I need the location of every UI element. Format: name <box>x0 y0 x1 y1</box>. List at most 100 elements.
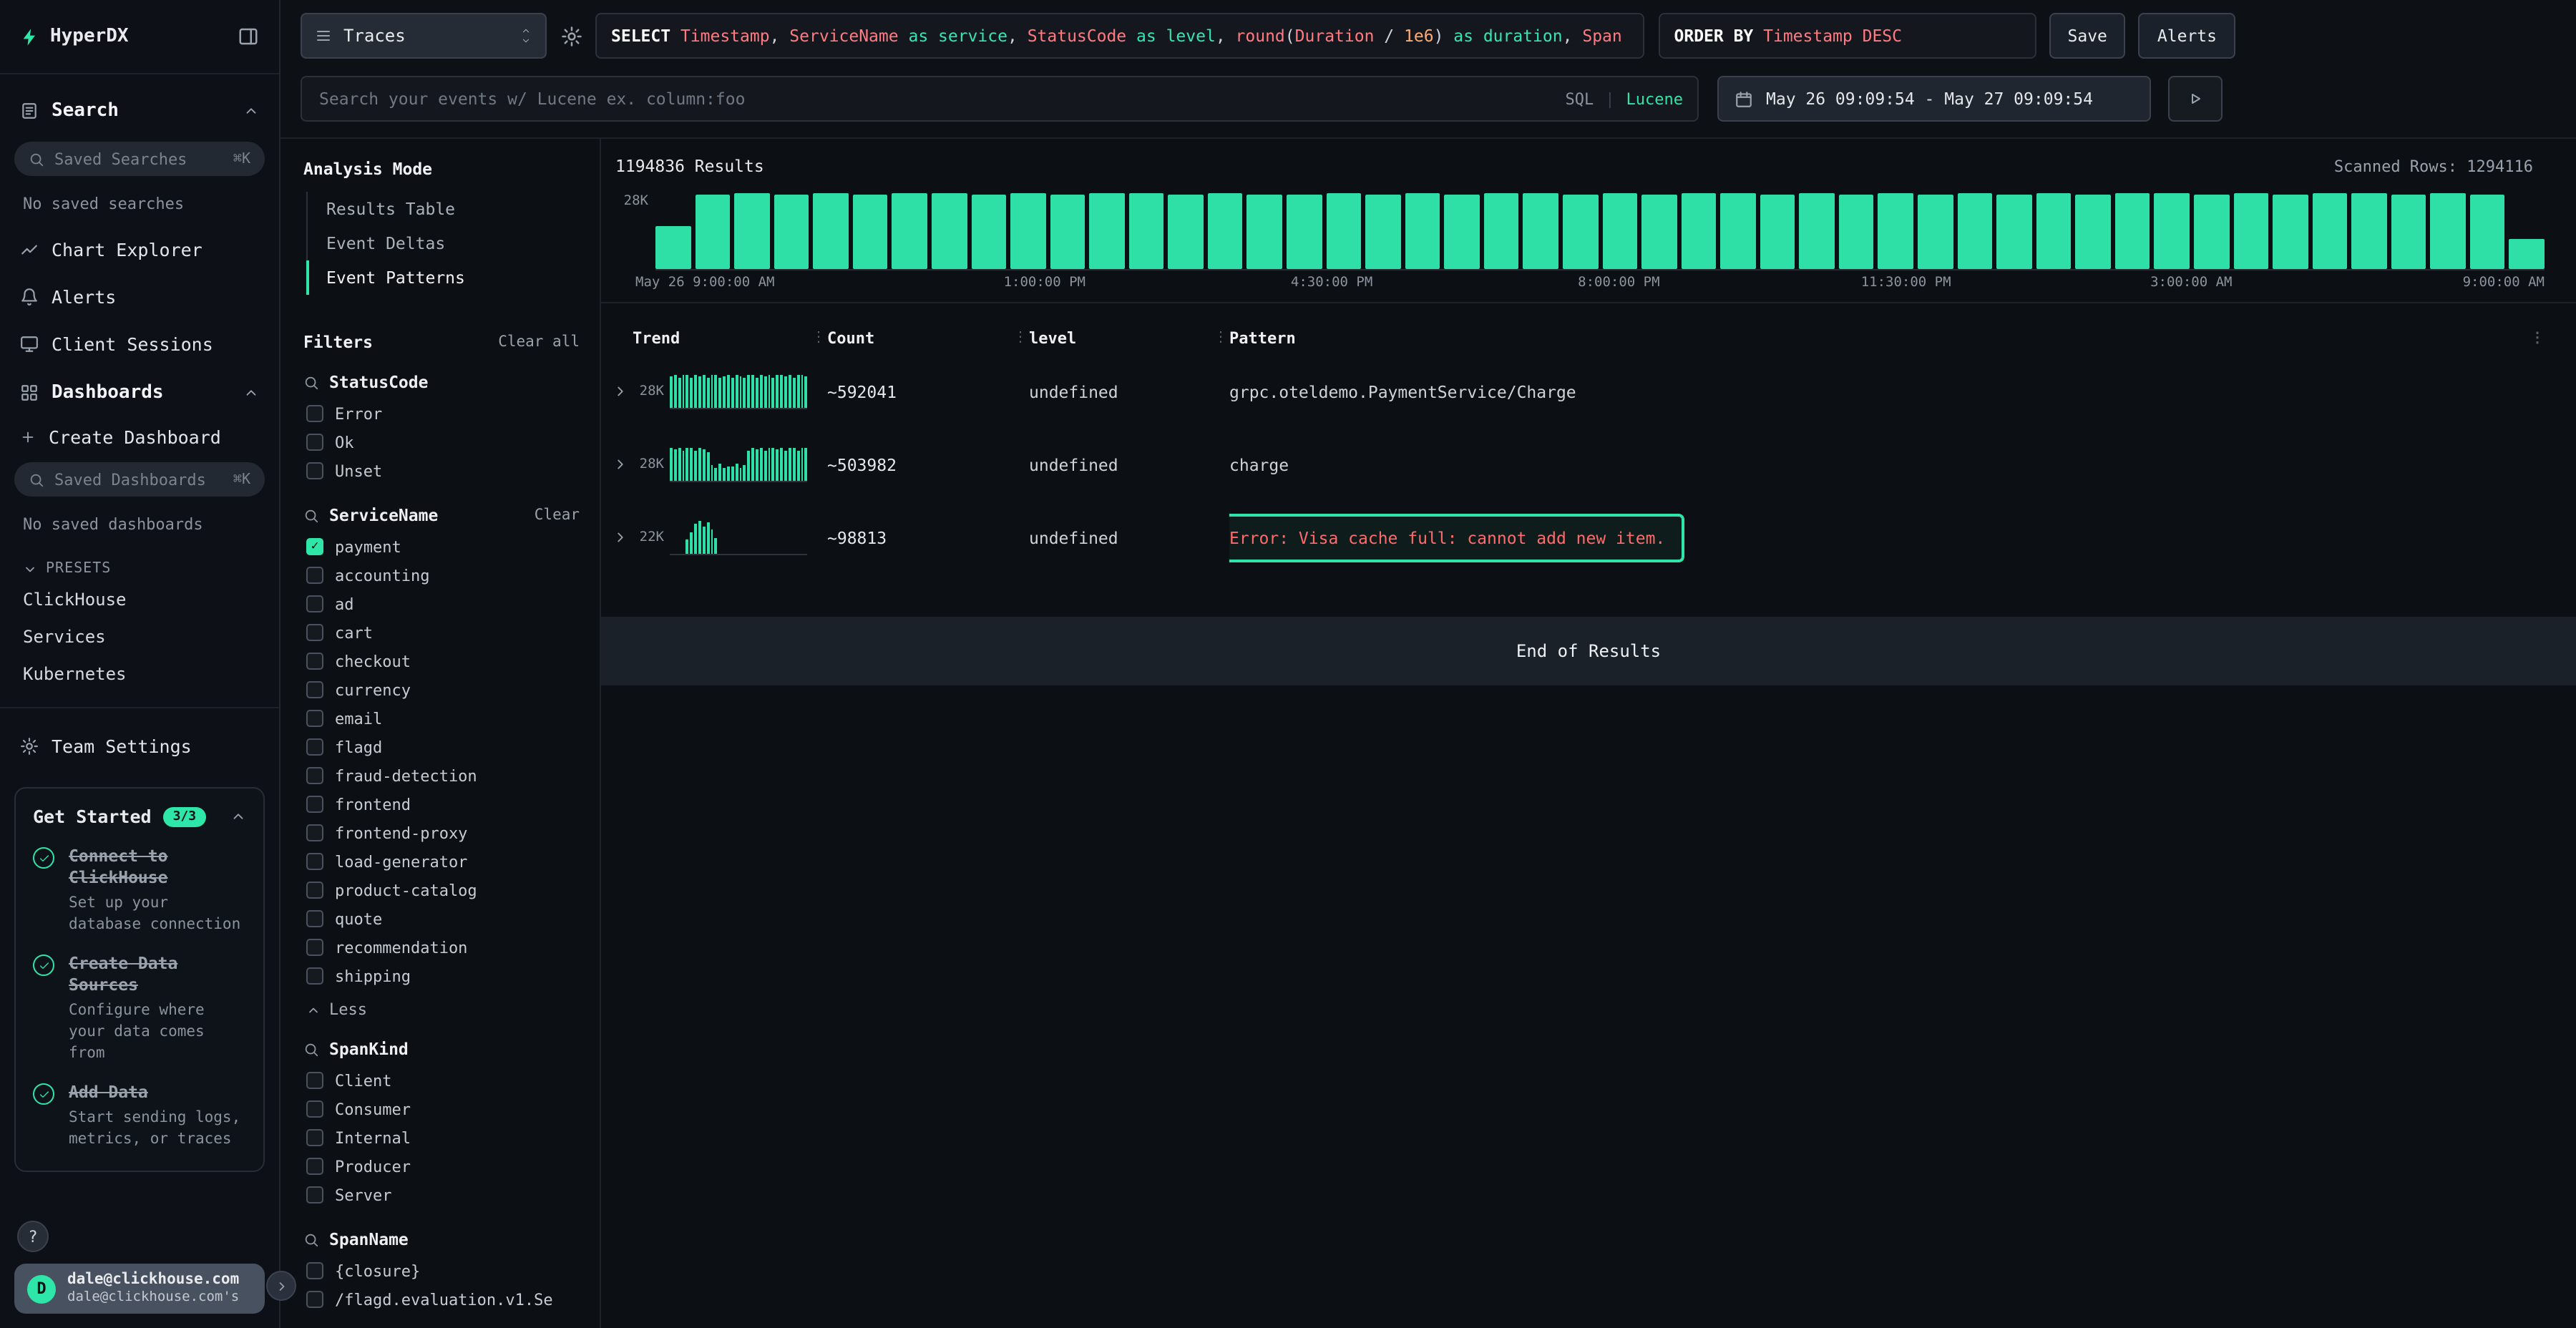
preset-item-services[interactable]: Services <box>0 618 279 655</box>
checkbox-server[interactable] <box>306 1186 323 1204</box>
chevron-up-icon[interactable] <box>243 385 259 401</box>
checkbox-frontend[interactable] <box>306 796 323 813</box>
highlighted-pattern[interactable]: Error: Visa cache full: cannot add new i… <box>1229 513 1684 562</box>
analysis-mode-event-patterns[interactable]: Event Patterns <box>306 260 580 295</box>
filter-option-quote[interactable]: quote <box>303 904 580 933</box>
clear-all-filters-button[interactable]: Clear all <box>498 333 580 351</box>
filter-option-payment[interactable]: payment <box>303 532 580 561</box>
preset-item-clickhouse[interactable]: ClickHouse <box>0 581 279 618</box>
checkbox-flagd[interactable] <box>306 738 323 756</box>
checkbox-consumer[interactable] <box>306 1100 323 1118</box>
get-started-header[interactable]: Get Started 3/3 <box>33 806 246 827</box>
filter-option-closure[interactable]: {closure} <box>303 1256 580 1285</box>
filter-option-checkout[interactable]: checkout <box>303 647 580 675</box>
column-header-count[interactable]: Count <box>827 328 1029 347</box>
checkbox-shipping[interactable] <box>306 967 323 985</box>
source-select[interactable]: Traces <box>301 13 547 59</box>
filter-option-cart[interactable]: cart <box>303 618 580 647</box>
filter-option-ok[interactable]: Ok <box>303 428 580 456</box>
checkbox-checkout[interactable] <box>306 653 323 670</box>
collapse-panel-icon[interactable] <box>238 26 259 47</box>
filter-option-flagd[interactable]: flagd <box>303 733 580 761</box>
filter-option-client[interactable]: Client <box>303 1066 580 1095</box>
checkbox-recommendation[interactable] <box>306 939 323 956</box>
checkbox-client[interactable] <box>306 1072 323 1089</box>
event-search-input[interactable] <box>302 89 1697 109</box>
sidebar-section-dashboards[interactable]: Dashboards <box>0 368 279 418</box>
save-button[interactable]: Save <box>2049 13 2126 59</box>
filter-option-ad[interactable]: ad <box>303 590 580 618</box>
filter-option-unset[interactable]: Unset <box>303 456 580 485</box>
checkbox-unset[interactable] <box>306 462 323 479</box>
sql-select-editor[interactable]: SELECT Timestamp, ServiceName as service… <box>595 13 1644 59</box>
pattern-row[interactable]: 28K~503982undefinedcharge <box>613 428 2545 501</box>
source-settings-gear-icon[interactable] <box>547 17 595 54</box>
alerts-button[interactable]: Alerts <box>2139 13 2235 59</box>
checkbox-payment[interactable] <box>306 538 323 555</box>
filter-option-frontend[interactable]: frontend <box>303 790 580 819</box>
column-header-level[interactable]: level <box>1029 328 1229 347</box>
sql-mode-toggle[interactable]: SQL <box>1566 89 1594 108</box>
lucene-mode-toggle[interactable]: Lucene <box>1626 89 1684 108</box>
row-expand-chevron[interactable] <box>613 456 633 472</box>
sidebar-collapse-handle[interactable] <box>266 1271 296 1301</box>
column-header-pattern[interactable]: Pattern <box>1229 328 2522 347</box>
filter-option-accounting[interactable]: accounting <box>303 561 580 590</box>
collapse-servicename-options[interactable]: Less <box>303 990 580 1019</box>
sidebar-item-client-sessions[interactable]: Client Sessions <box>0 321 279 368</box>
checkbox-product-catalog[interactable] <box>306 882 323 899</box>
create-dashboard-button[interactable]: Create Dashboard <box>0 418 279 456</box>
row-expand-chevron[interactable] <box>613 384 633 399</box>
filter-option-currency[interactable]: currency <box>303 675 580 704</box>
preset-item-kubernetes[interactable]: Kubernetes <box>0 655 279 693</box>
checkbox-error[interactable] <box>306 405 323 422</box>
checkbox-quote[interactable] <box>306 910 323 927</box>
checkbox-fraud-detection[interactable] <box>306 767 323 784</box>
table-options-icon[interactable] <box>2522 330 2545 346</box>
pattern-row[interactable]: 22K~98813undefinedError: Visa cache full… <box>613 501 2545 574</box>
filter-option-product-catalog[interactable]: product-catalog <box>303 876 580 904</box>
get-started-step[interactable]: Create Data Sources Configure where your… <box>33 954 246 1064</box>
events-histogram[interactable]: 28K May 26 9:00:00 AM1:00:00 PM4:30:00 P… <box>613 193 2545 270</box>
app-logo[interactable]: HyperDX <box>20 26 129 47</box>
row-expand-chevron[interactable] <box>613 529 633 545</box>
checkbox-ad[interactable] <box>306 595 323 612</box>
checkbox-ok[interactable] <box>306 434 323 451</box>
filter-option-shipping[interactable]: shipping <box>303 962 580 990</box>
chevron-up-icon[interactable] <box>230 809 246 824</box>
filter-option-frontend-proxy[interactable]: frontend-proxy <box>303 819 580 847</box>
help-button[interactable]: ? <box>17 1221 49 1252</box>
filter-option-email[interactable]: email <box>303 704 580 733</box>
column-header-trend[interactable]: Trend <box>633 328 827 347</box>
filter-option-flagd-evaluation-v1-se[interactable]: /flagd.evaluation.v1.Se <box>303 1285 580 1314</box>
filter-option-load-generator[interactable]: load-generator <box>303 847 580 876</box>
analysis-mode-results-table[interactable]: Results Table <box>306 192 580 226</box>
filter-option-error[interactable]: Error <box>303 399 580 428</box>
filter-option-producer[interactable]: Producer <box>303 1152 580 1181</box>
filter-option-fraud-detection[interactable]: fraud-detection <box>303 761 580 790</box>
get-started-step[interactable]: Add Data Start sending logs, metrics, or… <box>33 1082 246 1150</box>
sidebar-item-alerts[interactable]: Alerts <box>0 273 279 321</box>
user-menu[interactable]: D dale@clickhouse.com dale@clickhouse.co… <box>14 1264 265 1314</box>
sidebar-item-team-settings[interactable]: Team Settings <box>0 723 279 770</box>
checkbox-currency[interactable] <box>306 681 323 698</box>
saved-dashboards-input[interactable]: Saved Dashboards ⌘K <box>14 462 265 497</box>
analysis-mode-event-deltas[interactable]: Event Deltas <box>306 226 580 260</box>
saved-searches-input[interactable]: Saved Searches ⌘K <box>14 142 265 176</box>
get-started-step[interactable]: Connect to ClickHouse Set up your databa… <box>33 846 246 935</box>
sidebar-item-chart-explorer[interactable]: Chart Explorer <box>0 226 279 273</box>
checkbox-frontend-proxy[interactable] <box>306 824 323 841</box>
pattern-row[interactable]: 28K~592041undefinedgrpc.oteldemo.Payment… <box>613 355 2545 428</box>
sidebar-section-search[interactable]: Search <box>0 86 279 136</box>
chevron-up-icon[interactable] <box>243 103 259 119</box>
filter-option-consumer[interactable]: Consumer <box>303 1095 580 1123</box>
checkbox-producer[interactable] <box>306 1158 323 1175</box>
presets-toggle[interactable]: PRESETS <box>0 547 279 581</box>
checkbox-email[interactable] <box>306 710 323 727</box>
clear-servicename-filter[interactable]: Clear <box>535 507 580 524</box>
checkbox-internal[interactable] <box>306 1129 323 1146</box>
run-query-button[interactable] <box>2168 76 2223 122</box>
checkbox-cart[interactable] <box>306 624 323 641</box>
time-range-picker[interactable]: May 26 09:09:54 - May 27 09:09:54 <box>1717 76 2151 122</box>
order-by-editor[interactable]: ORDER BY Timestamp DESC <box>1659 13 2036 59</box>
